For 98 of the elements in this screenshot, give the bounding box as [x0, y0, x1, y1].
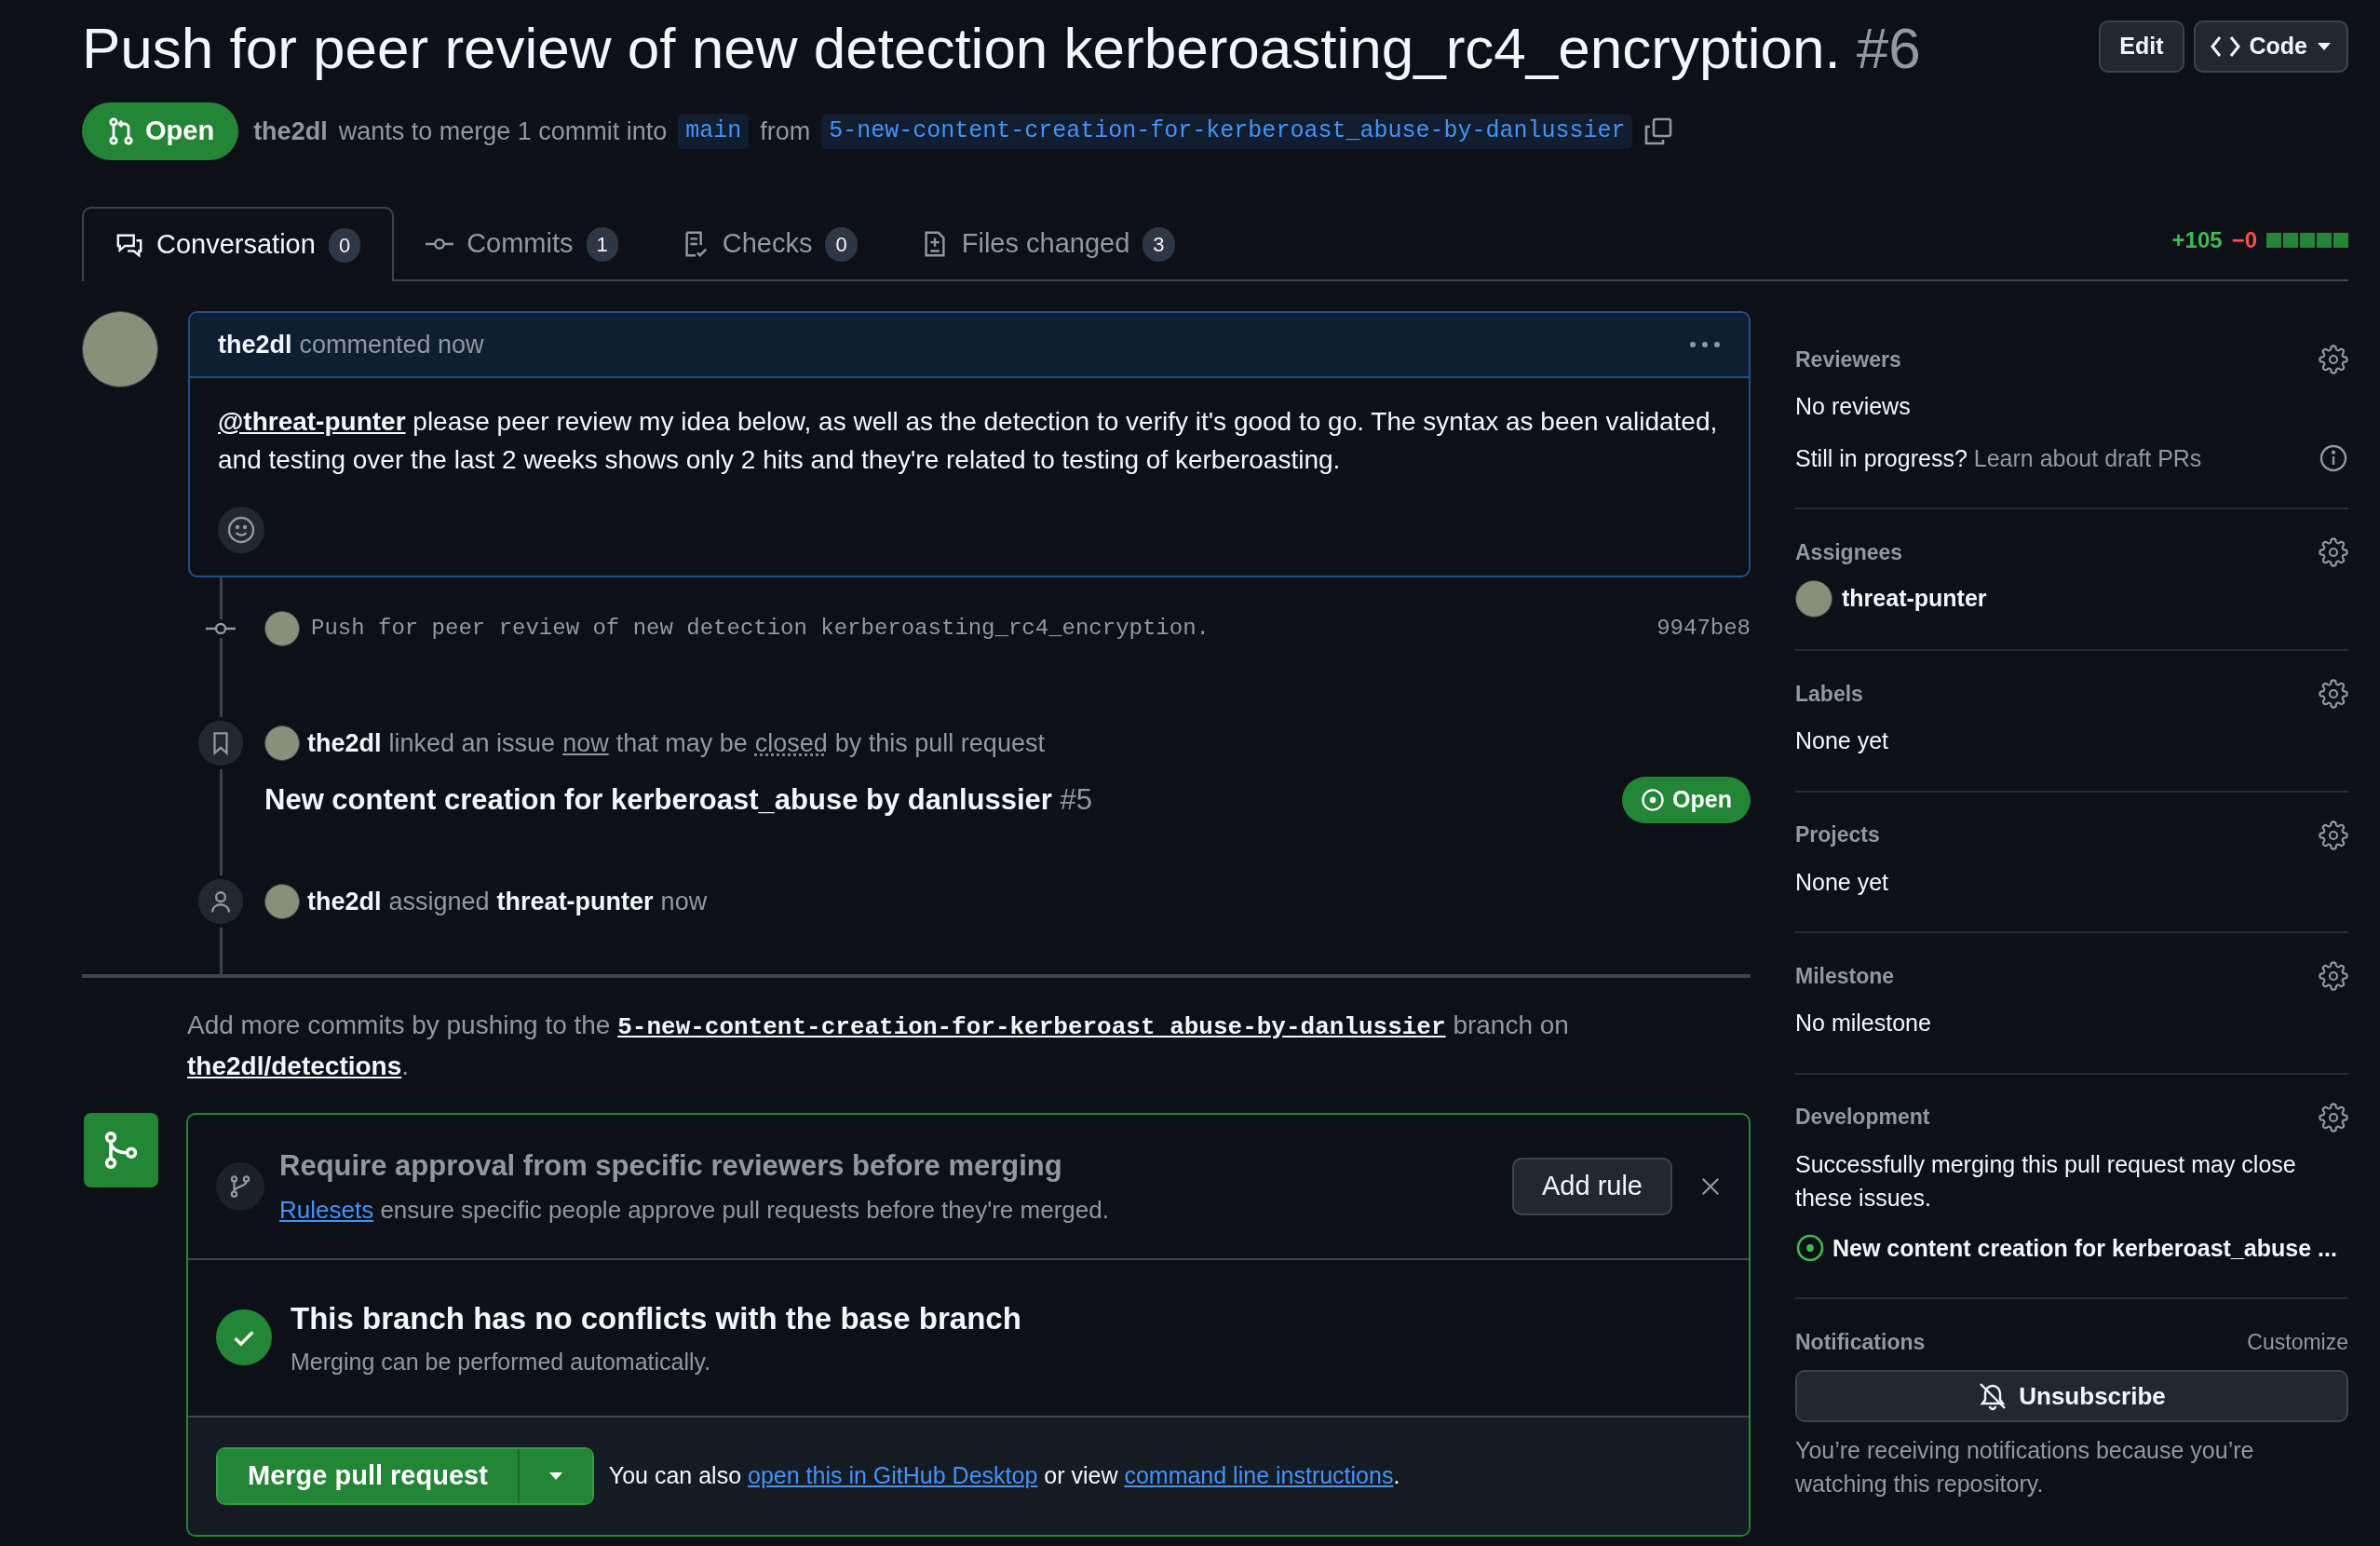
- comment-time: commented now: [299, 329, 484, 360]
- settings-icon[interactable]: [2319, 679, 2348, 709]
- section-title: Notifications: [1795, 1328, 1926, 1356]
- avatar: [1795, 580, 1832, 617]
- tab[interactable]: Checks 0: [649, 207, 889, 281]
- assignee-name[interactable]: threat-punter: [1842, 581, 1987, 617]
- from-text: from: [760, 115, 811, 147]
- more-options-icon[interactable]: [1689, 341, 1721, 348]
- settings-icon[interactable]: [2319, 961, 2348, 991]
- ruleset-description: Rulesets ensure specific people approve pull requests before they're merged.: [279, 1194, 1110, 1226]
- ruleset-title: Require approval from specific reviewers before merging: [279, 1148, 1063, 1184]
- rulesets-link[interactable]: Rulesets: [279, 1195, 374, 1224]
- draft-prs-link[interactable]: Learn about draft PRs: [1973, 444, 2202, 471]
- open-issue-icon: [1641, 788, 1666, 812]
- command-line-link[interactable]: command line instructions: [1124, 1461, 1394, 1488]
- edit-button[interactable]: Edit: [2099, 20, 2184, 73]
- section-title: Milestone: [1795, 962, 1895, 990]
- section-title: Projects: [1795, 821, 1880, 849]
- additions-count: +105: [2171, 226, 2223, 254]
- commit-message[interactable]: Push for peer review of new detection kerberoasting_rc4_encryption.: [311, 612, 1210, 645]
- settings-icon[interactable]: [2319, 345, 2348, 374]
- event-text: by this pull request: [834, 727, 1045, 759]
- code-icon: [2210, 34, 2240, 60]
- actor-name[interactable]: the2dl: [307, 882, 382, 921]
- state-badge: Open: [82, 102, 239, 160]
- code-button[interactable]: Code: [2193, 20, 2348, 73]
- event-time: now: [660, 886, 708, 917]
- draft-hint: Still in progress?: [1795, 444, 1968, 471]
- count-badge: 1: [586, 226, 618, 262]
- merge-description: wants to merge 1 commit into: [338, 115, 668, 147]
- success-check-icon: [216, 1309, 272, 1365]
- branch-link[interactable]: 5-new-content-creation-for-kerberoast_abuse-by-danlussier: [617, 1013, 1446, 1041]
- speech-bubbles-icon: [115, 231, 143, 259]
- assignee-name[interactable]: threat-punter: [496, 882, 654, 921]
- closed-link[interactable]: closed: [754, 724, 828, 763]
- avatar: [264, 611, 300, 646]
- merge-status-title: This branch has no conflicts with the base branch: [291, 1299, 1021, 1337]
- count-badge: 0: [825, 226, 858, 262]
- issue-title[interactable]: New content creation for kerberoast_abuse by danlussier #5: [264, 778, 1092, 822]
- customize-link[interactable]: Customize: [2247, 1325, 2348, 1359]
- section-title: Development: [1795, 1104, 1930, 1132]
- settings-icon[interactable]: [2319, 537, 2348, 567]
- author-name[interactable]: the2dl: [253, 112, 328, 151]
- add-rule-button[interactable]: Add rule: [1512, 1157, 1672, 1215]
- merge-status-subtitle: Merging can be performed automatically.: [291, 1348, 712, 1376]
- caret-icon: [548, 1471, 563, 1481]
- avatar: [264, 884, 300, 919]
- avatar: [264, 726, 300, 761]
- person-icon: [209, 889, 233, 914]
- linked-issue-link[interactable]: New content creation for kerberoast_abuse ...: [1832, 1230, 2337, 1266]
- deletions-count: −0: [2231, 226, 2257, 254]
- unsubscribe-button[interactable]: Unsubscribe: [1795, 1370, 2348, 1422]
- actor-name[interactable]: the2dl: [307, 724, 382, 763]
- comment-text: @threat-punter please peer review my idea below, as well as the detection to verify it's good to go. The syntax as been validated, and testing over the last 2 weeks shows only 2 hits and they're related to testing of kerberoasting.: [218, 406, 1719, 476]
- tab-label: Files changed: [961, 227, 1130, 261]
- merge-pull-request-button[interactable]: Merge pull request: [218, 1448, 520, 1503]
- event-text: assigned: [388, 886, 490, 917]
- section-value: None yet: [1795, 867, 1890, 897]
- copy-icon[interactable]: [1643, 116, 1674, 146]
- time-link[interactable]: now: [562, 724, 609, 763]
- event-text: that may be: [615, 727, 748, 759]
- repository-link[interactable]: the2dl/detections: [187, 1051, 402, 1080]
- tab-label: Checks: [722, 227, 813, 261]
- branch-icon: [228, 1173, 252, 1199]
- count-badge: 3: [1143, 226, 1175, 262]
- caret-icon: [2317, 42, 2332, 51]
- tab-label: Conversation: [156, 228, 316, 262]
- tab-label: Commits: [467, 227, 574, 261]
- event-text: linked an issue: [388, 727, 556, 759]
- section-title: Reviewers: [1795, 346, 1901, 373]
- base-branch[interactable]: main: [678, 114, 750, 149]
- section-title: Assignees: [1795, 538, 1903, 566]
- emoji-reaction-button[interactable]: [218, 507, 264, 553]
- count-badge: 0: [328, 227, 361, 263]
- smiley-icon: [226, 515, 256, 545]
- close-icon[interactable]: [1700, 1175, 1721, 1197]
- settings-icon[interactable]: [2319, 820, 2348, 850]
- info-icon[interactable]: [2319, 443, 2348, 474]
- tab[interactable]: Commits 1: [394, 207, 650, 281]
- settings-icon[interactable]: [2319, 1102, 2348, 1132]
- section-value: Successfully merging this pull request may close these issues.: [1795, 1149, 2297, 1213]
- tab[interactable]: Conversation 0: [82, 207, 395, 281]
- commit-hash[interactable]: 9947be8: [1657, 612, 1751, 645]
- section-title: Labels: [1795, 680, 1863, 708]
- comment-author[interactable]: the2dl: [218, 325, 292, 364]
- open-issue-icon: [1795, 1233, 1825, 1264]
- issue-state-badge: Open: [1622, 777, 1751, 823]
- pull-request-title: Push for peer review of new detection kerberoasting_rc4_encryption. #6: [82, 17, 1921, 80]
- desktop-link[interactable]: open this in GitHub Desktop: [748, 1461, 1038, 1488]
- notification-reason: You’re receiving notifications because you’re watching this repository.: [1795, 1436, 2255, 1499]
- section-value: None yet: [1795, 726, 1890, 755]
- section-value: No reviews: [1795, 392, 1912, 421]
- mention-link[interactable]: @threat-punter: [218, 407, 406, 436]
- merge-hint-text: You can also open this in GitHub Desktop or view command line instructions.: [608, 1460, 1400, 1490]
- head-branch[interactable]: 5-new-content-creation-for-kerberoast_abuse-by-danlussier: [821, 114, 1633, 149]
- push-note-text: Add more commits by pushing to the 5-new-content-creation-for-kerberoast_abuse-by-danlussier branch on the2dl/detections.: [187, 1010, 1570, 1082]
- tab[interactable]: Files changed 3: [888, 207, 1207, 281]
- section-value: No milestone: [1795, 1009, 1932, 1037]
